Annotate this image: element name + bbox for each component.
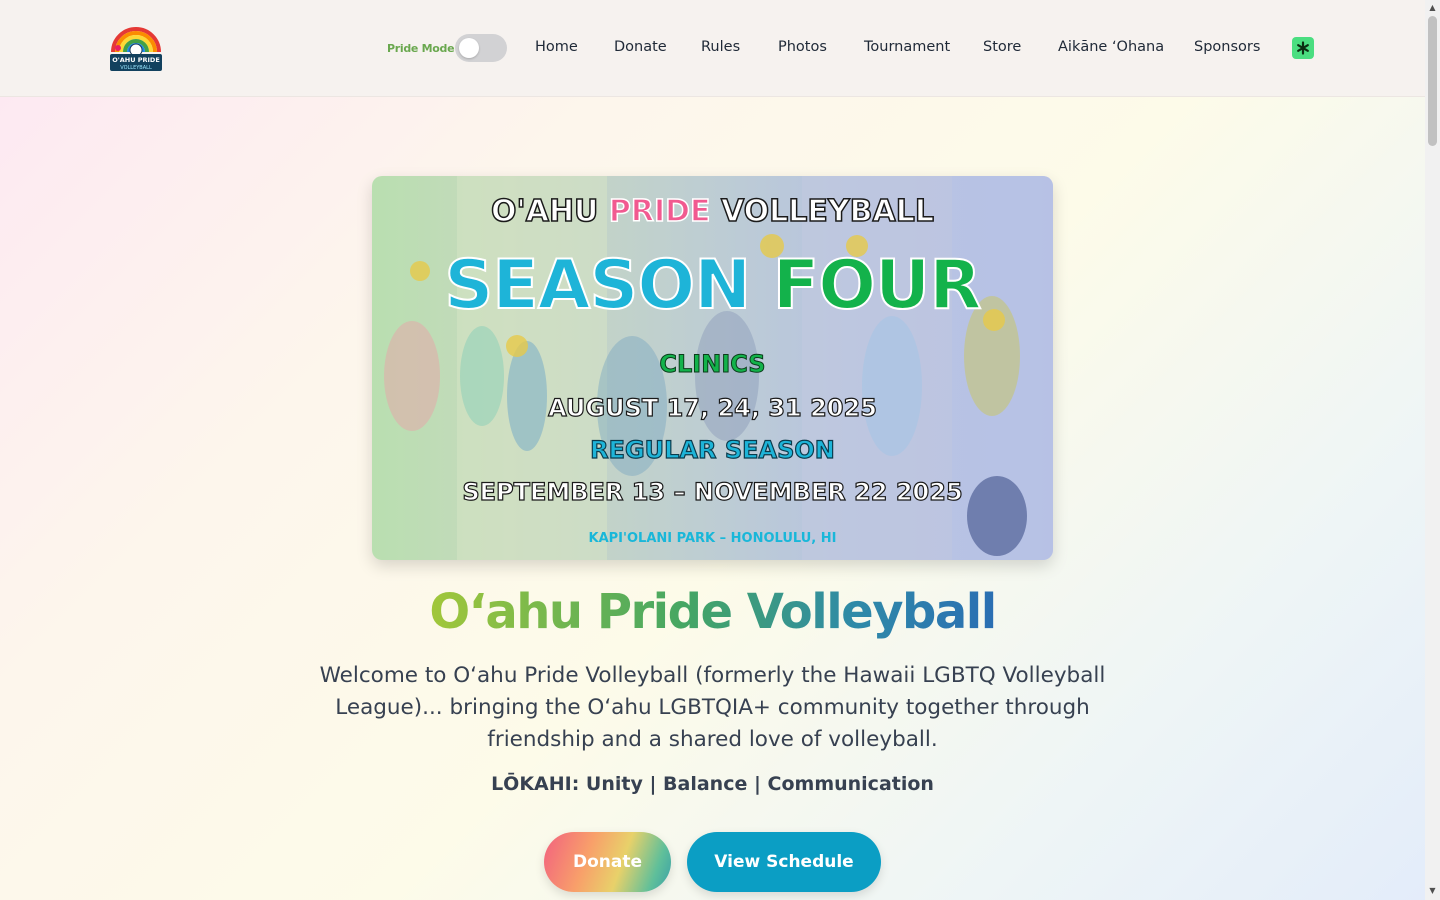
season-four-poster: O'AHU PRIDE VOLLEYBALL SEASON FOUR CLINI… <box>372 176 1053 560</box>
lokahi-tagline: LŌKAHI: Unity | Balance | Communication <box>491 773 934 795</box>
poster-regular-season-heading: REGULAR SEASON <box>589 435 835 464</box>
poster-location: KAPI'OLANI PARK – HONOLULU, HI <box>588 531 837 546</box>
toggle-knob <box>459 38 479 58</box>
scroll-down-arrow-icon[interactable]: ▼ <box>1427 886 1438 896</box>
nav-home[interactable]: Home <box>535 39 578 55</box>
poster-clinic-dates: AUGUST 17, 24, 31 2025 <box>547 393 877 422</box>
svg-text:VOLLEYBALL: VOLLEYBALL <box>120 65 152 71</box>
svg-text:O'AHU PRIDE: O'AHU PRIDE <box>112 56 160 64</box>
view-schedule-button[interactable]: View Schedule <box>687 832 881 892</box>
nav-photos[interactable]: Photos <box>778 39 827 55</box>
poster-season-four: SEASON FOUR <box>443 245 982 326</box>
poster-league-title: O'AHU PRIDE VOLLEYBALL <box>490 193 934 230</box>
poster-season-dates: SEPTEMBER 13 – NOVEMBER 22 2025 <box>462 477 964 506</box>
page-title: Oʻahu Pride Volleyball <box>429 584 997 640</box>
top-navbar: O'AHU PRIDE VOLLEYBALL Pride Mode Home D… <box>0 0 1425 97</box>
welcome-paragraph: Welcome to Oʻahu Pride Volleyball (forme… <box>319 663 1106 752</box>
nav-aikane-ohana[interactable]: Aikāne ʻOhana <box>1058 39 1164 55</box>
poster-clinics-heading: CLINICS <box>659 350 766 379</box>
scroll-up-arrow-icon[interactable]: ▲ <box>1427 3 1438 13</box>
nav-store[interactable]: Store <box>983 39 1021 55</box>
scrollbar-thumb[interactable] <box>1428 16 1437 146</box>
nav-sponsors[interactable]: Sponsors <box>1194 39 1260 55</box>
pride-mode-label: Pride Mode <box>387 42 455 55</box>
asterisk-icon[interactable] <box>1292 37 1314 59</box>
nav-rules[interactable]: Rules <box>701 39 740 55</box>
donate-button[interactable]: Donate <box>544 832 671 892</box>
nav-donate[interactable]: Donate <box>614 39 667 55</box>
oahu-pride-logo[interactable]: O'AHU PRIDE VOLLEYBALL <box>109 22 163 72</box>
pride-mode-toggle[interactable] <box>455 34 507 62</box>
nav-tournament[interactable]: Tournament <box>864 39 950 55</box>
